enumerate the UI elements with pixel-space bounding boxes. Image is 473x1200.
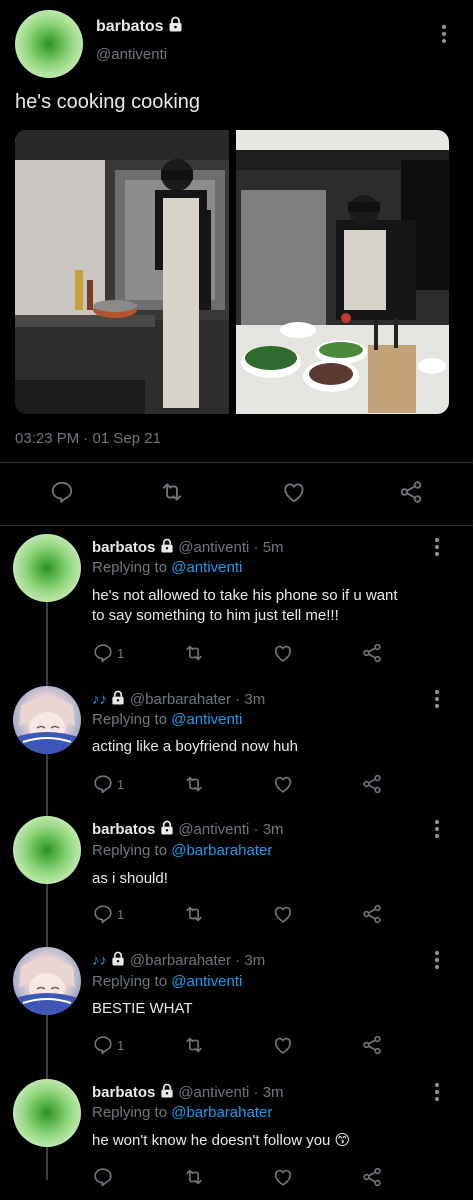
retweet-icon[interactable]	[183, 773, 205, 795]
reply-header: barbatos @antiventi · 5m	[92, 538, 284, 558]
replying-to: Replying to @barbarahater	[92, 842, 272, 859]
reply-text: he's not allowed to take his phone so if…	[92, 586, 452, 626]
tweet-timestamp[interactable]: 03:23 PM · 01 Sep 21	[15, 430, 161, 447]
author-name: barbatos	[96, 18, 164, 35]
reply-author-handle[interactable]: @antiventi · 5m	[178, 539, 283, 556]
lock-icon	[111, 951, 125, 971]
reply-text-line: to say something to him just tell me!!!	[92, 607, 339, 624]
tweet-photo-1[interactable]	[15, 130, 229, 414]
reply-text: as i should!	[92, 870, 168, 887]
reply-avatar[interactable]	[13, 1079, 81, 1147]
lock-icon	[160, 538, 174, 558]
replying-prefix: Replying to	[92, 842, 168, 859]
replying-to-link[interactable]: @antiventi	[171, 973, 242, 990]
reply-author-handle[interactable]: @barbarahater · 3m	[130, 952, 265, 969]
retweet-icon[interactable]	[183, 1034, 205, 1056]
heart-icon[interactable]	[272, 773, 294, 795]
share-icon[interactable]	[361, 903, 383, 925]
tweet-text: he's cooking cooking	[15, 91, 201, 113]
replying-prefix: Replying to	[92, 973, 168, 990]
kissing-emoji: 😙	[334, 1132, 351, 1149]
replying-to: Replying to @antiventi	[92, 973, 242, 990]
retweet-icon[interactable]	[159, 479, 185, 505]
divider	[0, 525, 473, 526]
author-avatar[interactable]	[15, 10, 83, 78]
reply-icon[interactable]	[92, 903, 114, 925]
retweet-icon[interactable]	[183, 642, 205, 664]
author-name-row[interactable]: barbatos	[96, 16, 183, 37]
share-icon[interactable]	[361, 1034, 383, 1056]
reply-header: barbatos @antiventi · 3m	[92, 1083, 284, 1103]
replying-prefix: Replying to	[92, 559, 168, 576]
reply-header: barbatos @antiventi · 3m	[92, 820, 284, 840]
retweet-icon[interactable]	[183, 903, 205, 925]
reply-text: BESTIE WHAT	[92, 1000, 193, 1017]
share-icon[interactable]	[361, 642, 383, 664]
reply-count: 1	[117, 646, 125, 661]
divider	[0, 462, 473, 463]
reply-avatar[interactable]	[13, 534, 81, 602]
display-name-emoji[interactable]: ♪♪	[92, 691, 107, 708]
reply-text: he won't know he doesn't follow you 😙	[92, 1131, 350, 1151]
heart-icon[interactable]	[272, 1034, 294, 1056]
reply-author-name[interactable]: barbatos	[92, 539, 155, 556]
heart-icon[interactable]	[272, 1166, 294, 1188]
reply-count: 1	[117, 1038, 125, 1053]
tweet-photo-2[interactable]	[236, 130, 449, 414]
author-handle[interactable]: @antiventi	[96, 46, 167, 63]
heart-icon[interactable]	[272, 642, 294, 664]
replying-to-link[interactable]: @antiventi	[171, 711, 242, 728]
share-icon[interactable]	[361, 1166, 383, 1188]
reply-count: 1	[117, 777, 125, 792]
reply-author-handle[interactable]: @antiventi · 3m	[178, 1084, 283, 1101]
reply-count: 1	[117, 907, 125, 922]
reply-avatar[interactable]	[13, 686, 81, 754]
more-vertical-icon[interactable]	[434, 951, 440, 972]
replying-prefix: Replying to	[92, 1104, 168, 1121]
lock-icon	[111, 690, 125, 710]
replying-to: Replying to @antiventi	[92, 711, 242, 728]
more-vertical-icon[interactable]	[441, 25, 447, 46]
lock-icon	[168, 16, 183, 37]
more-vertical-icon[interactable]	[434, 1083, 440, 1104]
more-vertical-icon[interactable]	[434, 820, 440, 841]
reply-header: ♪♪ @barbarahater · 3m	[92, 690, 265, 710]
reply-author-handle[interactable]: @barbarahater · 3m	[130, 691, 265, 708]
replying-to-link[interactable]: @barbarahater	[171, 1104, 272, 1121]
reply-text-line: he's not allowed to take his phone so if…	[92, 587, 398, 604]
replying-to-link[interactable]: @barbarahater	[171, 842, 272, 859]
lock-icon	[160, 1083, 174, 1103]
share-icon[interactable]	[361, 773, 383, 795]
reply-icon[interactable]	[92, 642, 114, 664]
reply-avatar[interactable]	[13, 947, 81, 1015]
reply-author-name[interactable]: barbatos	[92, 821, 155, 838]
replying-prefix: Replying to	[92, 711, 168, 728]
reply-author-handle[interactable]: @antiventi · 3m	[178, 821, 283, 838]
retweet-icon[interactable]	[183, 1166, 205, 1188]
more-vertical-icon[interactable]	[434, 690, 440, 711]
reply-icon[interactable]	[49, 479, 75, 505]
display-name-emoji[interactable]: ♪♪	[92, 952, 107, 969]
reply-avatar[interactable]	[13, 816, 81, 884]
replying-to: Replying to @barbarahater	[92, 1104, 272, 1121]
replying-to-link[interactable]: @antiventi	[171, 559, 242, 576]
reply-author-name[interactable]: barbatos	[92, 1084, 155, 1101]
replying-to: Replying to @antiventi	[92, 559, 242, 576]
reply-icon[interactable]	[92, 1166, 114, 1188]
heart-icon[interactable]	[281, 479, 307, 505]
heart-icon[interactable]	[272, 903, 294, 925]
share-icon[interactable]	[398, 479, 424, 505]
reply-text-line: he won't know he doesn't follow you	[92, 1132, 331, 1149]
more-vertical-icon[interactable]	[434, 538, 440, 559]
reply-text: acting like a boyfriend now huh	[92, 738, 298, 755]
reply-icon[interactable]	[92, 773, 114, 795]
reply-header: ♪♪ @barbarahater · 3m	[92, 951, 265, 971]
reply-icon[interactable]	[92, 1034, 114, 1056]
lock-icon	[160, 820, 174, 840]
